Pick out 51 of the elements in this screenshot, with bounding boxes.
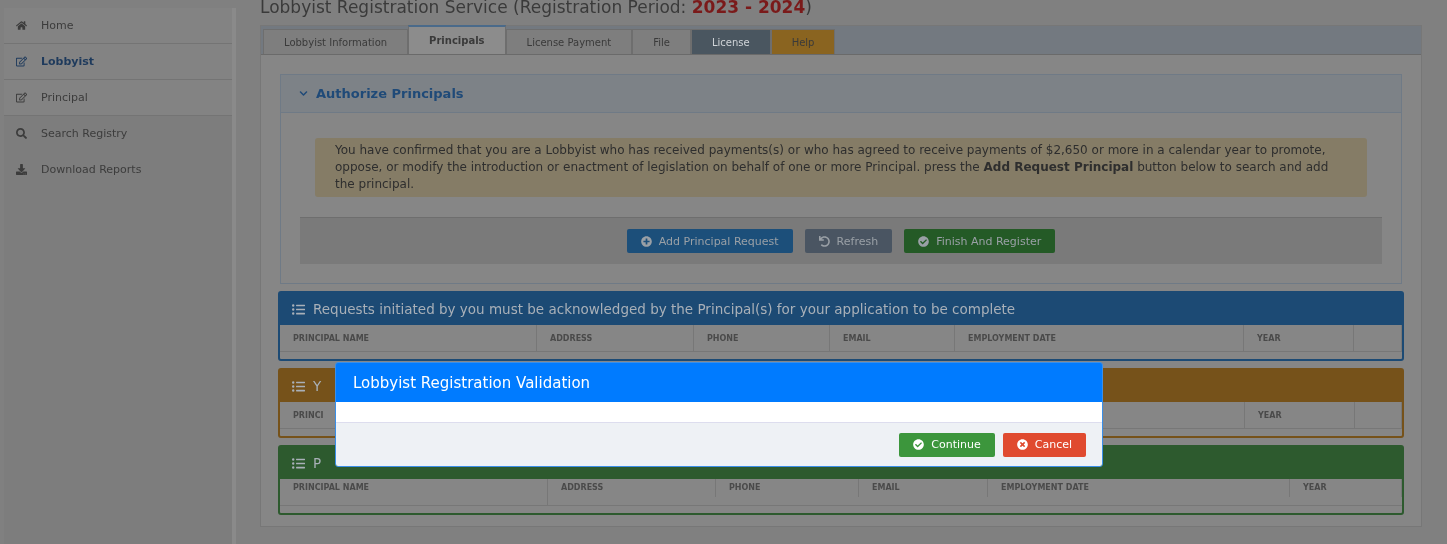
list-icon <box>292 302 305 316</box>
column-header: EMPLOYMENT DATE <box>955 325 1244 351</box>
action-button[interactable]: Add Principal Request <box>626 229 793 253</box>
sidebar-item[interactable]: Download Reports <box>4 152 232 188</box>
tab[interactable]: License <box>690 29 771 54</box>
column-header: YEAR <box>1244 325 1354 351</box>
column-header: PHONE <box>716 479 859 497</box>
section-header[interactable]: Authorize Principals <box>281 75 1401 113</box>
column-header: ADDRESS <box>548 479 716 497</box>
action-button[interactable]: Finish And Register <box>904 229 1056 253</box>
section-title: Authorize Principals <box>316 86 464 101</box>
tab[interactable]: Lobbyist Information <box>263 29 409 54</box>
list-icon <box>292 379 305 393</box>
column-header: YEAR <box>1290 479 1402 497</box>
plus-icon <box>640 235 652 247</box>
page-title: Lobbyist Registration Service (Registration Period: 2023 - 2024) <box>260 0 813 19</box>
column-header: PHONE <box>694 325 830 351</box>
sidebar-item[interactable]: Principal <box>4 80 232 116</box>
refresh-icon <box>818 235 830 247</box>
download-icon <box>16 164 27 175</box>
column-header: EMAIL <box>830 325 955 351</box>
check-icon <box>913 439 925 450</box>
column-header: PRINCIPAL NAME <box>280 325 537 351</box>
column-header: EMPLOYMENT DATE <box>988 479 1290 497</box>
home-icon <box>16 20 27 31</box>
column-header: PRINCIPAL NAME <box>280 479 548 497</box>
edit-icon <box>16 56 27 67</box>
notice-text: You have confirmed that you are a Lobbyist who has received payments(s) or who has agreed to receive payments of $2,650 or more in a calendar year to promote, oppose, or modify the introduction or enactment of legislation on behalf of one or more Principal. press the Add Request Principal button below to search and add the principal. <box>315 138 1367 197</box>
column-header: EMAIL <box>859 479 988 497</box>
sidebar-item[interactable]: Lobbyist <box>4 44 232 80</box>
column-header: YEAR <box>1245 402 1355 428</box>
sidebar-item[interactable]: Search Registry <box>4 116 232 152</box>
tab[interactable]: Principals <box>408 25 506 54</box>
tab[interactable]: License Payment <box>505 29 633 54</box>
sidebar-item[interactable]: Home <box>4 8 232 44</box>
close-icon <box>1016 439 1028 450</box>
check-icon <box>918 235 930 247</box>
panel-title: Requests initiated by you must be acknowledged by the Principal(s) for your application to be complete <box>313 301 1016 317</box>
list-icon <box>292 456 305 470</box>
modal-title: Lobbyist Registration Validation <box>336 363 1102 402</box>
dialog-button[interactable]: Continue <box>899 432 995 457</box>
column-header: ADDRESS <box>537 325 694 351</box>
action-button[interactable]: Refresh <box>804 229 893 253</box>
tab[interactable]: Help <box>770 29 836 54</box>
panel-title: Y <box>313 378 322 394</box>
chevron-down-icon <box>299 89 308 98</box>
dialog-button[interactable]: Cancel <box>1002 432 1086 457</box>
search-icon <box>16 128 27 139</box>
tab[interactable]: File <box>632 29 691 54</box>
edit-icon <box>16 92 27 103</box>
panel-title: P <box>313 455 322 471</box>
